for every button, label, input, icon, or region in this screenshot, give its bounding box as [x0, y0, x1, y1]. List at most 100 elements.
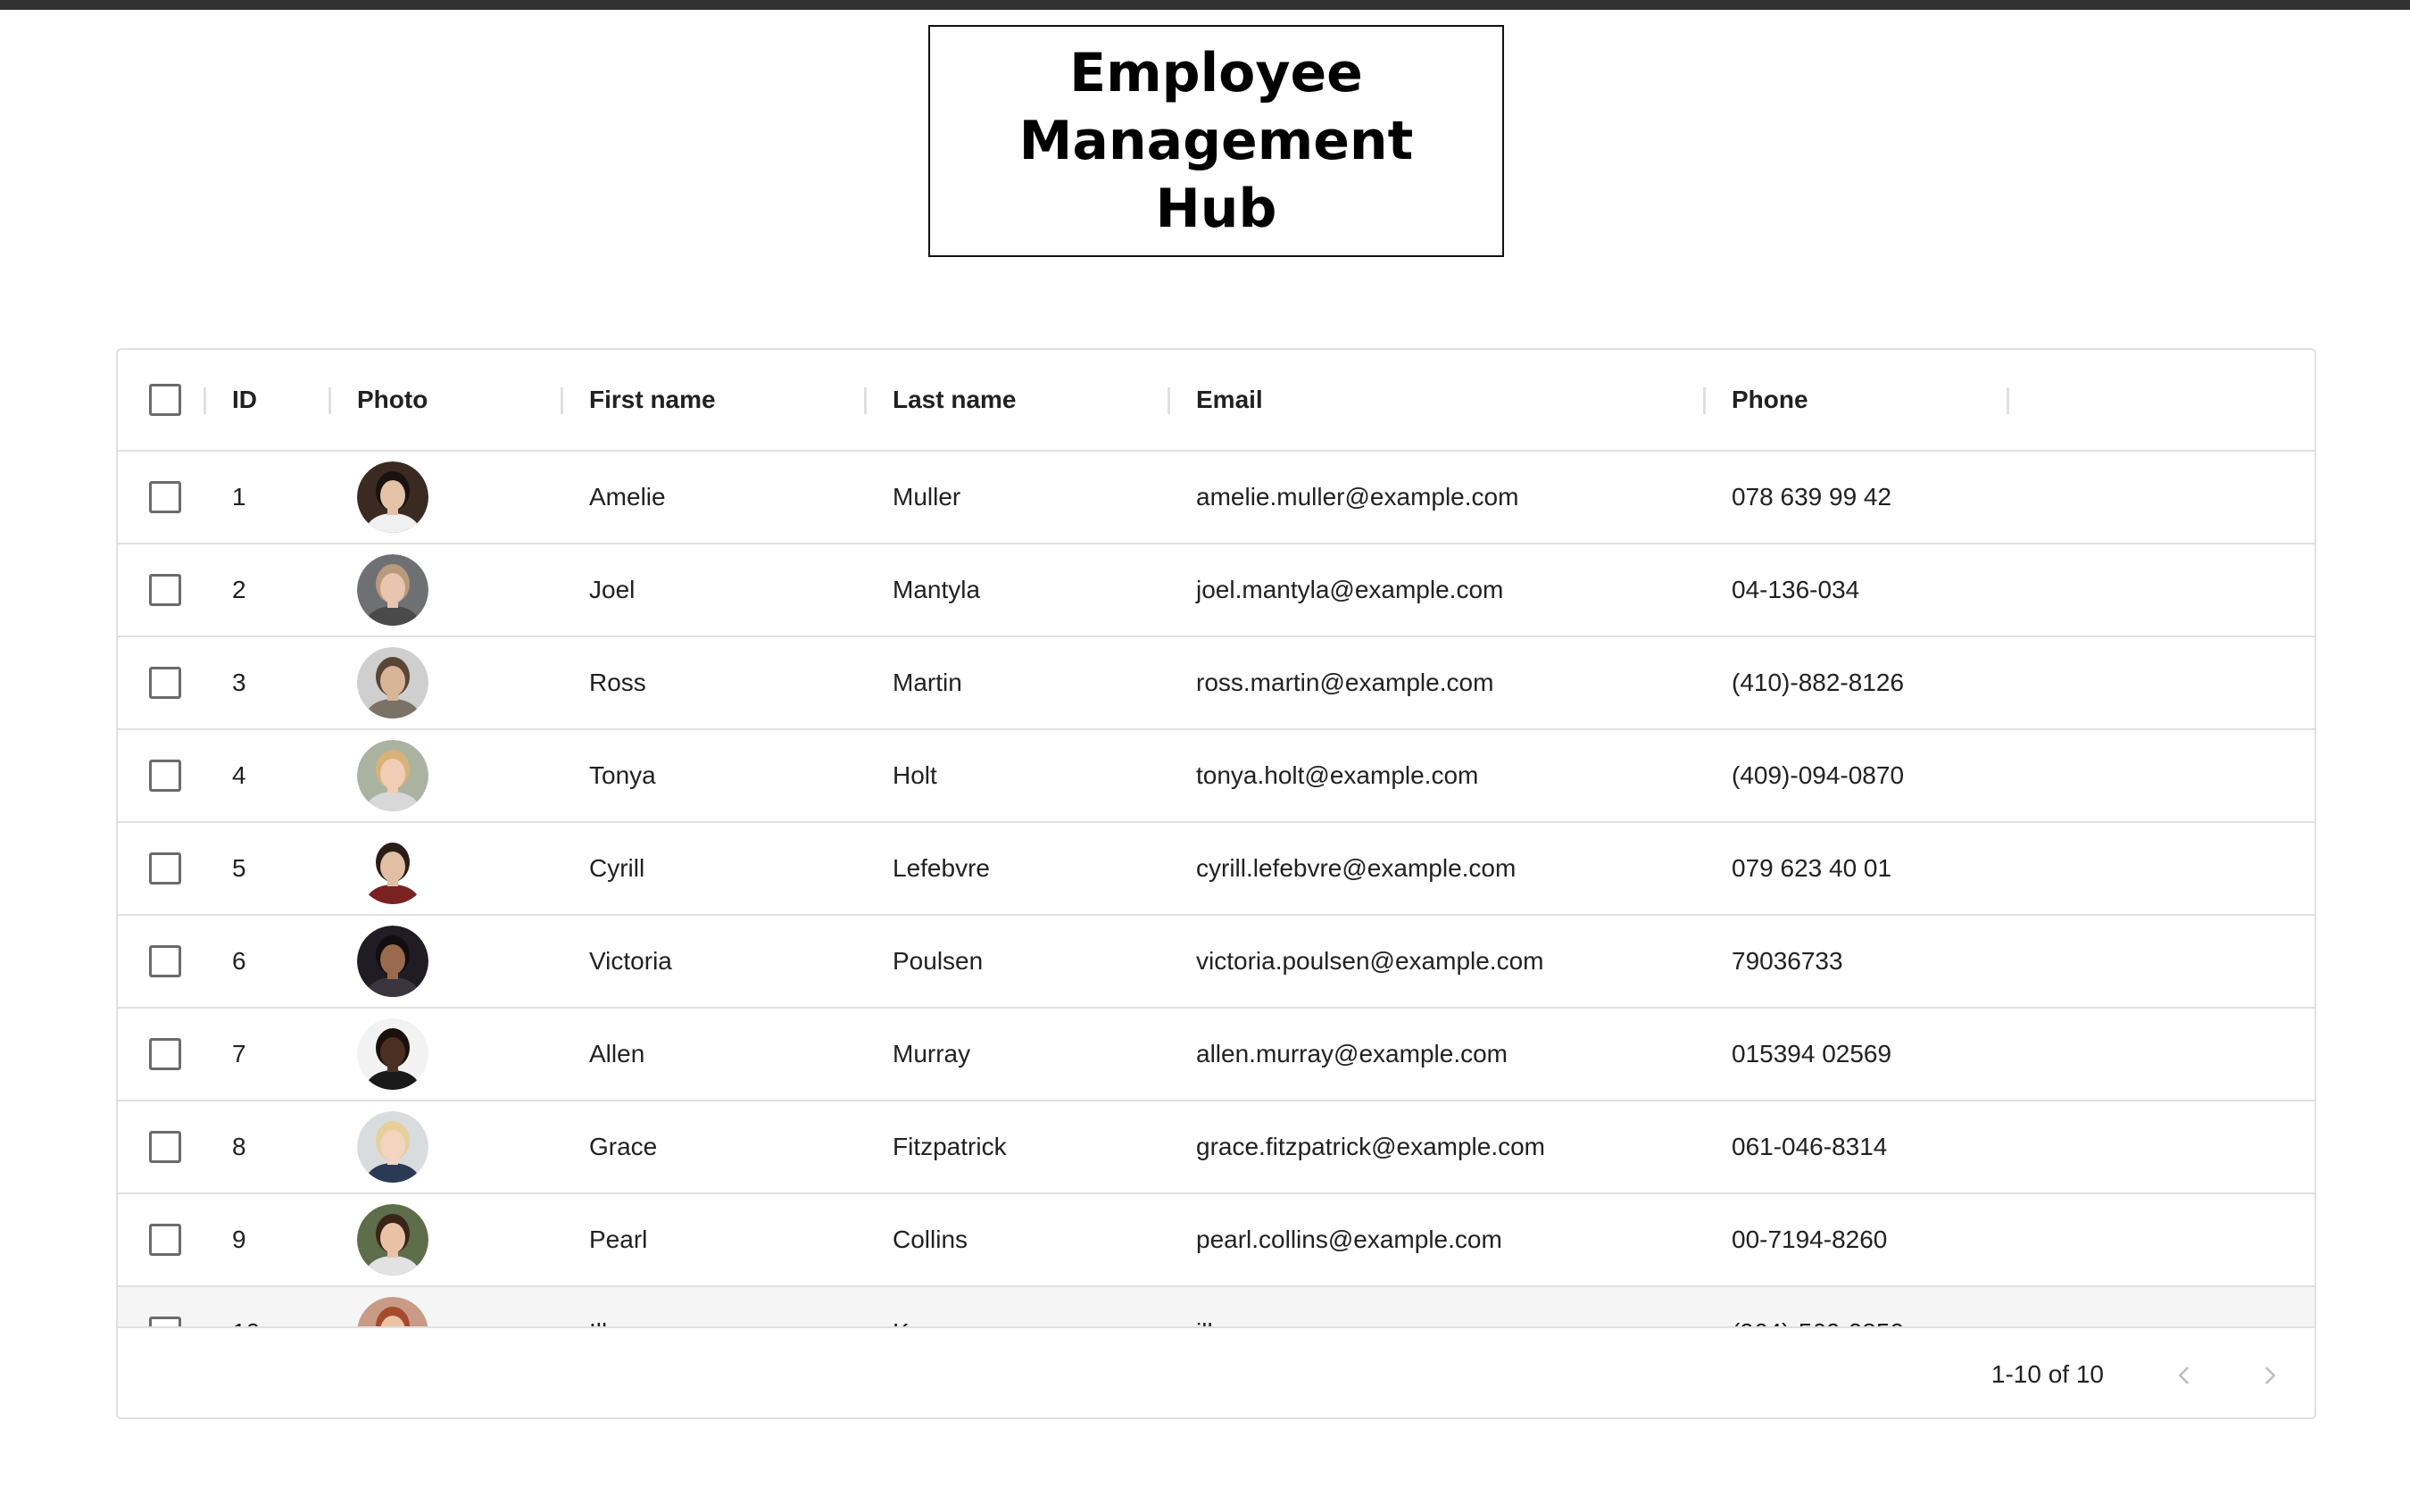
- row-checkbox[interactable]: [149, 852, 181, 885]
- table-row[interactable]: 9 Pearl Collins pearl.collins@example.com 00…: [118, 1194, 2314, 1287]
- cell-first-name[interactable]: Allen: [589, 1009, 875, 1100]
- column-separator[interactable]: [1168, 387, 1170, 414]
- table-row[interactable]: 4 Tonya Holt tonya.holt@example.com (409)-09…: [118, 730, 2314, 823]
- cell-last-name[interactable]: Poulsen: [893, 916, 1178, 1007]
- cell-photo[interactable]: [357, 730, 571, 821]
- column-separator[interactable]: [1703, 387, 1706, 414]
- cell-photo[interactable]: [357, 916, 571, 1007]
- cell-first-name[interactable]: Grace: [589, 1101, 875, 1192]
- table-row[interactable]: 8 Grace Fitzpatrick grace.fitzpatrick@examp…: [118, 1101, 2314, 1194]
- cell-id[interactable]: 5: [232, 823, 321, 914]
- cell-photo[interactable]: [357, 823, 571, 914]
- cell-first-name[interactable]: Pearl: [589, 1194, 875, 1285]
- cell-phone[interactable]: 79036733: [1732, 916, 2017, 1007]
- cell-id[interactable]: 4: [232, 730, 321, 821]
- row-checkbox[interactable]: [149, 1131, 181, 1163]
- cell-phone[interactable]: (410)-882-8126: [1732, 637, 2017, 728]
- cell-phone[interactable]: 04-136-034: [1732, 544, 2017, 636]
- cell-email[interactable]: ross.martin@example.com: [1196, 637, 1714, 728]
- cell-phone[interactable]: (964)-560-0850: [1732, 1287, 2017, 1326]
- cell-photo[interactable]: [357, 1194, 571, 1285]
- row-checkbox[interactable]: [149, 1038, 181, 1070]
- cell-first-name[interactable]: Cyrill: [589, 823, 875, 914]
- table-row[interactable]: 6 Victoria Poulsen victoria.poulsen@example…: [118, 916, 2314, 1009]
- cell-first-name[interactable]: Ill: [589, 1287, 875, 1326]
- cell-photo[interactable]: [357, 1101, 571, 1192]
- next-page-button[interactable]: [2247, 1352, 2293, 1399]
- column-header-photo[interactable]: Photo: [357, 350, 571, 450]
- cell-last-name[interactable]: Collins: [893, 1194, 1178, 1285]
- cell-id[interactable]: 6: [232, 916, 321, 1007]
- cell-email[interactable]: grace.fitzpatrick@example.com: [1196, 1101, 1714, 1192]
- column-separator[interactable]: [561, 387, 563, 414]
- cell-last-name[interactable]: Fitzpatrick: [893, 1101, 1178, 1192]
- cell-email[interactable]: pearl.collins@example.com: [1196, 1194, 1714, 1285]
- cell-last-name[interactable]: Muller: [893, 452, 1178, 543]
- column-separator[interactable]: [864, 387, 867, 414]
- table-row[interactable]: 7 Allen Murray allen.murray@example.com 0153…: [118, 1009, 2314, 1101]
- cell-id-text: 3: [232, 669, 246, 696]
- column-separator[interactable]: [328, 387, 331, 414]
- cell-first-name[interactable]: Tonya: [589, 730, 875, 821]
- cell-email[interactable]: allen.murray@example.com: [1196, 1009, 1714, 1100]
- cell-last-name[interactable]: Holt: [893, 730, 1178, 821]
- cell-id[interactable]: 1: [232, 452, 321, 543]
- column-header-first-name[interactable]: First name: [589, 350, 875, 450]
- cell-email[interactable]: amelie.muller@example.com: [1196, 452, 1714, 543]
- cell-id[interactable]: 9: [232, 1194, 321, 1285]
- cell-email[interactable]: victoria.poulsen@example.com: [1196, 916, 1714, 1007]
- row-checkbox[interactable]: [149, 1317, 181, 1326]
- row-checkbox[interactable]: [149, 1224, 181, 1256]
- cell-first-name[interactable]: Ross: [589, 637, 875, 728]
- column-separator[interactable]: [204, 387, 206, 414]
- cell-photo[interactable]: [357, 637, 571, 728]
- cell-id[interactable]: 10: [232, 1287, 321, 1326]
- row-checkbox[interactable]: [149, 760, 181, 792]
- column-header-id[interactable]: ID: [232, 350, 321, 450]
- cell-phone[interactable]: 061-046-8314: [1732, 1101, 2017, 1192]
- row-select-cell: [143, 544, 187, 636]
- cell-first-name[interactable]: Joel: [589, 544, 875, 636]
- cell-first-name[interactable]: Victoria: [589, 916, 875, 1007]
- cell-email[interactable]: cyrill.lefebvre@example.com: [1196, 823, 1714, 914]
- cell-id[interactable]: 7: [232, 1009, 321, 1100]
- table-row[interactable]: 10 Ill Kill. (964)-560-0850: [118, 1287, 2314, 1326]
- cell-photo[interactable]: [357, 452, 571, 543]
- row-checkbox[interactable]: [149, 481, 181, 513]
- cell-photo[interactable]: [357, 1287, 571, 1326]
- cell-last-name[interactable]: Murray: [893, 1009, 1178, 1100]
- cell-phone[interactable]: 015394 02569: [1732, 1009, 2017, 1100]
- cell-id[interactable]: 8: [232, 1101, 321, 1192]
- table-row[interactable]: 3 Ross Martin ross.martin@example.com (410)-…: [118, 637, 2314, 730]
- table-row[interactable]: 2 Joel Mantyla joel.mantyla@example.com 04-1…: [118, 544, 2314, 637]
- cell-last-name[interactable]: Lefebvre: [893, 823, 1178, 914]
- select-all-checkbox[interactable]: [149, 384, 181, 416]
- previous-page-button[interactable]: [2161, 1352, 2207, 1399]
- cell-phone[interactable]: 00-7194-8260: [1732, 1194, 2017, 1285]
- column-header-phone[interactable]: Phone: [1732, 350, 2017, 450]
- cell-id[interactable]: 2: [232, 544, 321, 636]
- cell-photo[interactable]: [357, 1009, 571, 1100]
- cell-phone[interactable]: 078 639 99 42: [1732, 452, 2017, 543]
- column-header-email[interactable]: Email: [1196, 350, 1714, 450]
- row-checkbox[interactable]: [149, 667, 181, 699]
- cell-phone[interactable]: 079 623 40 01: [1732, 823, 2017, 914]
- cell-last-name[interactable]: K: [893, 1287, 1178, 1326]
- cell-email[interactable]: tonya.holt@example.com: [1196, 730, 1714, 821]
- cell-photo[interactable]: [357, 544, 571, 636]
- cell-phone[interactable]: (409)-094-0870: [1732, 730, 2017, 821]
- cell-first-name[interactable]: Amelie: [589, 452, 875, 543]
- cell-email[interactable]: joel.mantyla@example.com: [1196, 544, 1714, 636]
- table-row[interactable]: 5 Cyrill Lefebvre cyrill.lefebvre@example.c…: [118, 823, 2314, 916]
- cell-id[interactable]: 3: [232, 637, 321, 728]
- table-row[interactable]: 1 Amelie Muller amelie.muller@example.com 07…: [118, 452, 2314, 544]
- cell-last-name[interactable]: Mantyla: [893, 544, 1178, 636]
- cell-last-name[interactable]: Martin: [893, 637, 1178, 728]
- cell-id-text: 1: [232, 483, 246, 511]
- cell-email[interactable]: ill.: [1196, 1287, 1714, 1326]
- row-checkbox[interactable]: [149, 945, 181, 977]
- cell-email-text: ross.martin@example.com: [1196, 669, 1494, 696]
- row-checkbox[interactable]: [149, 574, 181, 606]
- column-header-last-name[interactable]: Last name: [893, 350, 1178, 450]
- column-separator[interactable]: [2007, 387, 2009, 414]
